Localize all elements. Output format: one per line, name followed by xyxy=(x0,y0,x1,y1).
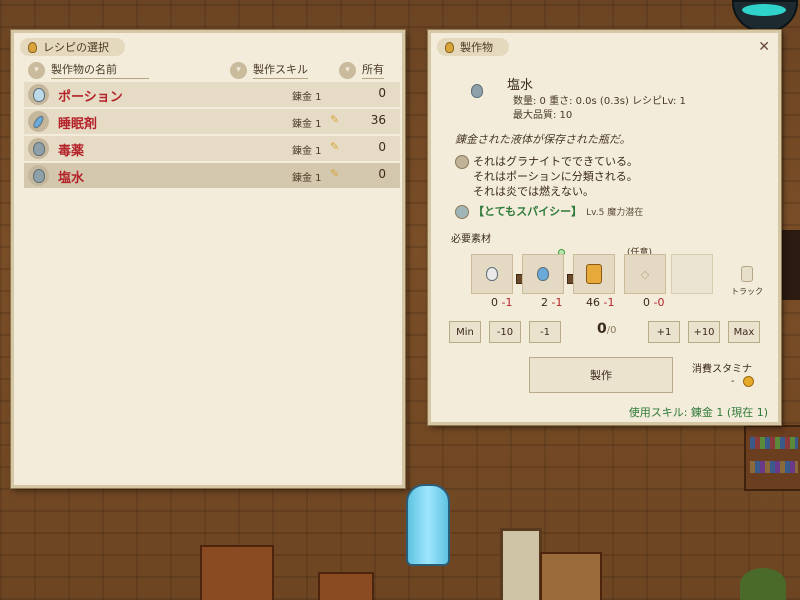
material-slot-3[interactable] xyxy=(573,254,615,294)
craft-button[interactable]: 製作 xyxy=(529,357,673,393)
quantity-minus1-button[interactable]: -1 xyxy=(529,321,561,343)
item-max-quality: 最大品質: 10 xyxy=(513,110,573,121)
plant xyxy=(740,568,786,600)
quantity-min-button[interactable]: Min xyxy=(449,321,481,343)
crate xyxy=(318,572,374,600)
quantity-value: 0 xyxy=(597,321,607,337)
gray-flask-icon xyxy=(28,165,49,186)
chair xyxy=(540,552,602,600)
recipe-panel-title: レシピの選択 xyxy=(43,41,109,54)
quantity-max: /0 xyxy=(606,325,617,336)
salt-pouch-icon xyxy=(586,264,602,284)
recipe-row-poison[interactable]: 毒薬 錬金 1 ✎ 0 xyxy=(24,136,400,161)
sort-icon: ▾ xyxy=(339,61,356,79)
material-count-2: 2 -1 xyxy=(541,296,563,309)
glass-tube-decoration xyxy=(406,484,450,566)
enchant-icon xyxy=(455,205,469,219)
recipe-owned-count: 0 xyxy=(378,167,386,181)
stamina-cost-value: - xyxy=(731,376,735,387)
item-stats-line: 数量: 0 重さ: 0.0s (0.3s) レシピLv: 1 xyxy=(513,96,686,107)
craft-item-panel: 製作物 ✕ 塩水 数量: 0 重さ: 0.0s (0.3s) レシピLv: 1 … xyxy=(428,30,781,425)
trait-icon xyxy=(455,155,469,169)
trait-text: それはグラナイトでできている。 xyxy=(473,155,638,168)
recipe-owned-count: 36 xyxy=(370,113,386,127)
craft-panel-tab: 製作物 xyxy=(437,38,509,56)
quantity-minus10-button[interactable]: -10 xyxy=(489,321,521,343)
enchant-level: Lv.5 魔力潜在 xyxy=(586,208,644,218)
quantity-plus10-button[interactable]: +10 xyxy=(688,321,720,343)
shadow-wall xyxy=(780,230,800,300)
craft-panel-title: 製作物 xyxy=(460,41,493,54)
stamina-cost: - xyxy=(731,376,754,387)
sort-icon: ▾ xyxy=(28,61,45,79)
hammer-icon: ✎ xyxy=(330,140,340,153)
material-slot-optional[interactable]: ◇ xyxy=(624,254,666,294)
signboard xyxy=(500,528,542,600)
column-header-skill[interactable]: ▾ 製作スキル xyxy=(230,61,308,79)
recipe-skill: 錬金 1 xyxy=(292,119,322,130)
material-slot-empty xyxy=(671,254,713,294)
column-header-owned[interactable]: ▾ 所有 xyxy=(339,61,384,79)
material-slot-1[interactable] xyxy=(471,254,513,294)
panel-pin-icon xyxy=(28,41,37,53)
recipe-list: ポーション 錬金 1 0 睡眠剤 錬金 1 ✎ 36 毒薬 錬金 1 ✎ 0 塩… xyxy=(24,82,400,190)
recipe-row-sleeping-pill[interactable]: 睡眠剤 錬金 1 ✎ 36 xyxy=(24,109,400,134)
material-slot-2[interactable] xyxy=(522,254,564,294)
recipe-owned-count: 0 xyxy=(378,86,386,100)
trait-text: それは炎では燃えない。 xyxy=(473,185,594,198)
trait-text: それはポーションに分類される。 xyxy=(473,170,638,183)
material-count-1: 0 -1 xyxy=(491,296,513,309)
recipe-name: 塩水 xyxy=(58,171,85,186)
crate xyxy=(200,545,274,600)
materials-heading: 必要素材 xyxy=(451,234,491,245)
gray-flask-icon xyxy=(28,138,49,159)
hammer-icon: ✎ xyxy=(330,167,340,180)
panel-pin-icon xyxy=(445,41,454,53)
quantity-max-button[interactable]: Max xyxy=(728,321,760,343)
item-name: 塩水 xyxy=(507,78,534,93)
column-header-name[interactable]: ▾ 製作物の名前 xyxy=(28,61,149,79)
recipe-row-salt-water[interactable]: 塩水 錬金 1 ✎ 0 xyxy=(24,163,400,188)
recipe-skill: 錬金 1 xyxy=(292,173,322,184)
item-traits: それはグラナイトでできている。 それはポーションに分類される。 それは炎では燃え… xyxy=(455,154,638,199)
blue-flask-icon xyxy=(537,267,549,281)
track-icon xyxy=(741,266,753,282)
skill-used-label: 使用スキル: 錬金 1 (現在 1) xyxy=(628,406,768,419)
sort-icon: ▾ xyxy=(230,61,247,79)
item-stats: 数量: 0 重さ: 0.0s (0.3s) レシピLv: 1 最大品質: 10 xyxy=(513,95,686,123)
recipe-name: 睡眠剤 xyxy=(58,117,98,132)
stamina-cost-label: 消費スタミナ xyxy=(692,364,752,375)
stamina-icon xyxy=(742,376,754,387)
quantity-plus1-button[interactable]: +1 xyxy=(648,321,680,343)
recipe-selection-panel: レシピの選択 ▾ 製作物の名前 ▾ 製作スキル ▾ 所有 ポーション 錬金 1 … xyxy=(11,30,405,488)
recipe-row-potion[interactable]: ポーション 錬金 1 0 xyxy=(24,82,400,107)
enchant-name: 【とてもスパイシー】 xyxy=(473,205,583,218)
bookshelf xyxy=(744,425,800,491)
recipe-name: 毒薬 xyxy=(58,144,85,159)
hammer-icon: ✎ xyxy=(330,113,340,126)
enchant-line: 【とてもスパイシー】 Lv.5 魔力潜在 xyxy=(455,203,643,219)
recipe-skill: 錬金 1 xyxy=(292,146,322,157)
item-description: 錬金された液体が保存された瓶だ。 xyxy=(455,133,631,146)
white-flask-icon xyxy=(28,84,49,105)
close-icon[interactable]: ✕ xyxy=(758,39,770,55)
recipe-panel-tab: レシピの選択 xyxy=(20,38,125,56)
recipe-name: ポーション xyxy=(58,90,123,105)
recipe-skill: 錬金 1 xyxy=(292,92,322,103)
optional-material-icon: ◇ xyxy=(640,267,650,281)
quantity-display: 0/0 xyxy=(597,321,616,337)
blue-vial-icon xyxy=(28,111,49,132)
track-toggle[interactable]: トラック xyxy=(731,266,763,297)
recipe-owned-count: 0 xyxy=(378,140,386,154)
gray-flask-icon xyxy=(471,83,483,102)
material-count-optional: 0 -0 xyxy=(643,296,665,309)
empty-flask-icon xyxy=(486,267,498,281)
material-count-3: 46 -1 xyxy=(586,296,615,309)
